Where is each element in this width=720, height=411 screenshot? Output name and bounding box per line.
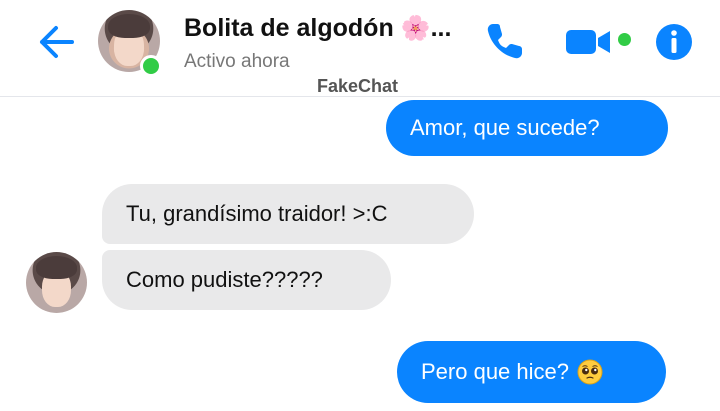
pleading-face-emoji-icon — [577, 359, 603, 385]
phone-icon[interactable] — [484, 20, 526, 62]
message-outgoing[interactable]: Pero que hice? — [397, 341, 666, 403]
message-outgoing[interactable]: Amor, que sucede? — [386, 100, 668, 156]
arrow-left-icon[interactable] — [34, 22, 76, 62]
message-text: Pero que hice? — [421, 359, 569, 384]
fakechat-watermark: FakeChat — [317, 76, 399, 96]
message-incoming[interactable]: Tu, grandísimo traidor! >:C — [102, 184, 474, 244]
cherry-blossom-emoji: 🌸 — [400, 15, 431, 42]
name-ellipsis: ... — [430, 14, 452, 42]
contact-name[interactable]: Bolita de algodón 🌸... — [184, 14, 451, 43]
video-online-dot — [618, 33, 631, 46]
message-text: Como pudiste????? — [126, 267, 323, 292]
message-incoming[interactable]: Como pudiste????? — [102, 250, 391, 310]
online-status-dot — [140, 55, 162, 77]
contact-name-text: Bolita de algodón — [184, 14, 394, 42]
message-text: Amor, que sucede? — [410, 115, 600, 140]
activity-status: Activo ahora — [184, 51, 290, 72]
info-icon[interactable] — [655, 23, 693, 61]
video-camera-icon[interactable] — [566, 28, 612, 56]
contact-avatar-small[interactable] — [26, 252, 87, 313]
message-text: Tu, grandísimo traidor! >:C — [126, 201, 388, 226]
